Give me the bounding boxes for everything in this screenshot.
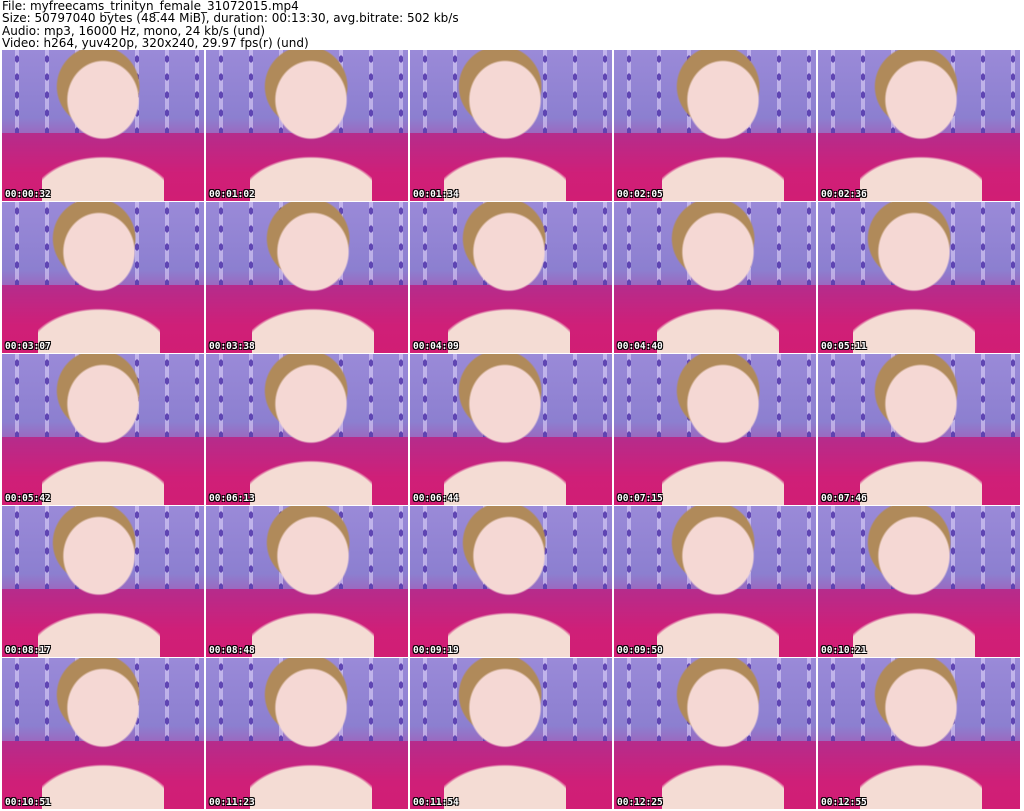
thumbnail-timestamp: 00:08:17 (5, 645, 51, 656)
thumbnail-person (252, 202, 374, 353)
thumbnail-person (662, 354, 784, 505)
video-thumbnail: 00:09:19 (410, 506, 612, 657)
video-thumbnail: 00:01:02 (206, 50, 408, 201)
thumbnail-timestamp: 00:03:07 (5, 341, 51, 352)
thumbnail-person (444, 50, 566, 201)
video-thumbnail: 00:05:42 (2, 354, 204, 505)
video-thumbnail: 00:08:17 (2, 506, 204, 657)
video-thumbnail: 00:11:54 (410, 658, 612, 809)
thumbnail-timestamp: 00:06:13 (209, 493, 255, 504)
video-thumbnail: 00:07:15 (614, 354, 816, 505)
thumbnail-person (448, 202, 570, 353)
file-info-header: File: myfreecams_trinityn_female_3107201… (2, 0, 1022, 50)
thumbnail-person (662, 658, 784, 809)
video-thumbnail: 00:05:11 (818, 202, 1020, 353)
thumbnail-timestamp: 00:08:48 (209, 645, 255, 656)
thumbnail-person (448, 506, 570, 657)
thumbnail-person (42, 354, 164, 505)
thumbnail-person (38, 202, 160, 353)
video-thumbnail: 00:02:05 (614, 50, 816, 201)
thumbnail-timestamp: 00:04:09 (413, 341, 459, 352)
thumbnail-timestamp: 00:10:51 (5, 797, 51, 808)
thumbnail-person (657, 506, 779, 657)
thumbnail-person (42, 658, 164, 809)
thumbnail-person (250, 50, 372, 201)
video-thumbnail: 00:08:48 (206, 506, 408, 657)
thumbnail-timestamp: 00:01:02 (209, 189, 255, 200)
video-thumbnail: 00:12:55 (818, 658, 1020, 809)
thumbnail-person (250, 658, 372, 809)
thumbnail-person (42, 50, 164, 201)
thumbnail-timestamp: 00:06:44 (413, 493, 459, 504)
thumbnail-person (444, 658, 566, 809)
thumbnail-person (250, 354, 372, 505)
video-thumbnail: 00:10:21 (818, 506, 1020, 657)
video-thumbnail: 00:11:23 (206, 658, 408, 809)
thumbnail-timestamp: 00:02:05 (617, 189, 663, 200)
video-info-line: Video: h264, yuv420p, 320x240, 29.97 fps… (2, 35, 309, 50)
thumbnail-timestamp: 00:05:11 (821, 341, 867, 352)
video-thumbnail: 00:04:40 (614, 202, 816, 353)
thumbnail-person (853, 202, 975, 353)
thumbnail-person (252, 506, 374, 657)
thumbnail-timestamp: 00:01:34 (413, 189, 459, 200)
thumbnail-timestamp: 00:11:23 (209, 797, 255, 808)
file-size-line: Size: 50797040 bytes (48.44 MiB), durati… (2, 11, 459, 26)
video-thumbnail: 00:01:34 (410, 50, 612, 201)
video-thumbnail: 00:07:46 (818, 354, 1020, 505)
video-thumbnail: 00:06:13 (206, 354, 408, 505)
thumbnail-timestamp: 00:07:15 (617, 493, 663, 504)
thumbnail-person (657, 202, 779, 353)
thumbnail-timestamp: 00:11:54 (413, 797, 459, 808)
thumbnail-person (860, 50, 982, 201)
thumbnail-person (860, 658, 982, 809)
thumbnail-timestamp: 00:04:40 (617, 341, 663, 352)
thumbnail-timestamp: 00:03:38 (209, 341, 255, 352)
thumbnail-timestamp: 00:10:21 (821, 645, 867, 656)
thumbnail-person (444, 354, 566, 505)
video-thumbnail: 00:03:38 (206, 202, 408, 353)
thumbnail-grid: 00:00:32 00:01:02 00:01:34 00:02:05 00:02:36… (0, 50, 1024, 811)
thumbnail-timestamp: 00:09:50 (617, 645, 663, 656)
video-thumbnail: 00:00:32 (2, 50, 204, 201)
thumbnail-person (860, 354, 982, 505)
thumbnail-person (853, 506, 975, 657)
video-thumbnail: 00:04:09 (410, 202, 612, 353)
thumbnail-timestamp: 00:12:55 (821, 797, 867, 808)
video-thumbnail: 00:10:51 (2, 658, 204, 809)
thumbnail-person (38, 506, 160, 657)
video-thumbnail: 00:02:36 (818, 50, 1020, 201)
thumbnail-timestamp: 00:09:19 (413, 645, 459, 656)
video-thumbnail: 00:06:44 (410, 354, 612, 505)
video-thumbnail: 00:03:07 (2, 202, 204, 353)
thumbnail-person (662, 50, 784, 201)
video-thumbnail: 00:09:50 (614, 506, 816, 657)
thumbnail-timestamp: 00:07:46 (821, 493, 867, 504)
video-thumbnail: 00:12:25 (614, 658, 816, 809)
thumbnail-timestamp: 00:05:42 (5, 493, 51, 504)
thumbnail-timestamp: 00:12:25 (617, 797, 663, 808)
thumbnail-timestamp: 00:02:36 (821, 189, 867, 200)
thumbnail-timestamp: 00:00:32 (5, 189, 51, 200)
